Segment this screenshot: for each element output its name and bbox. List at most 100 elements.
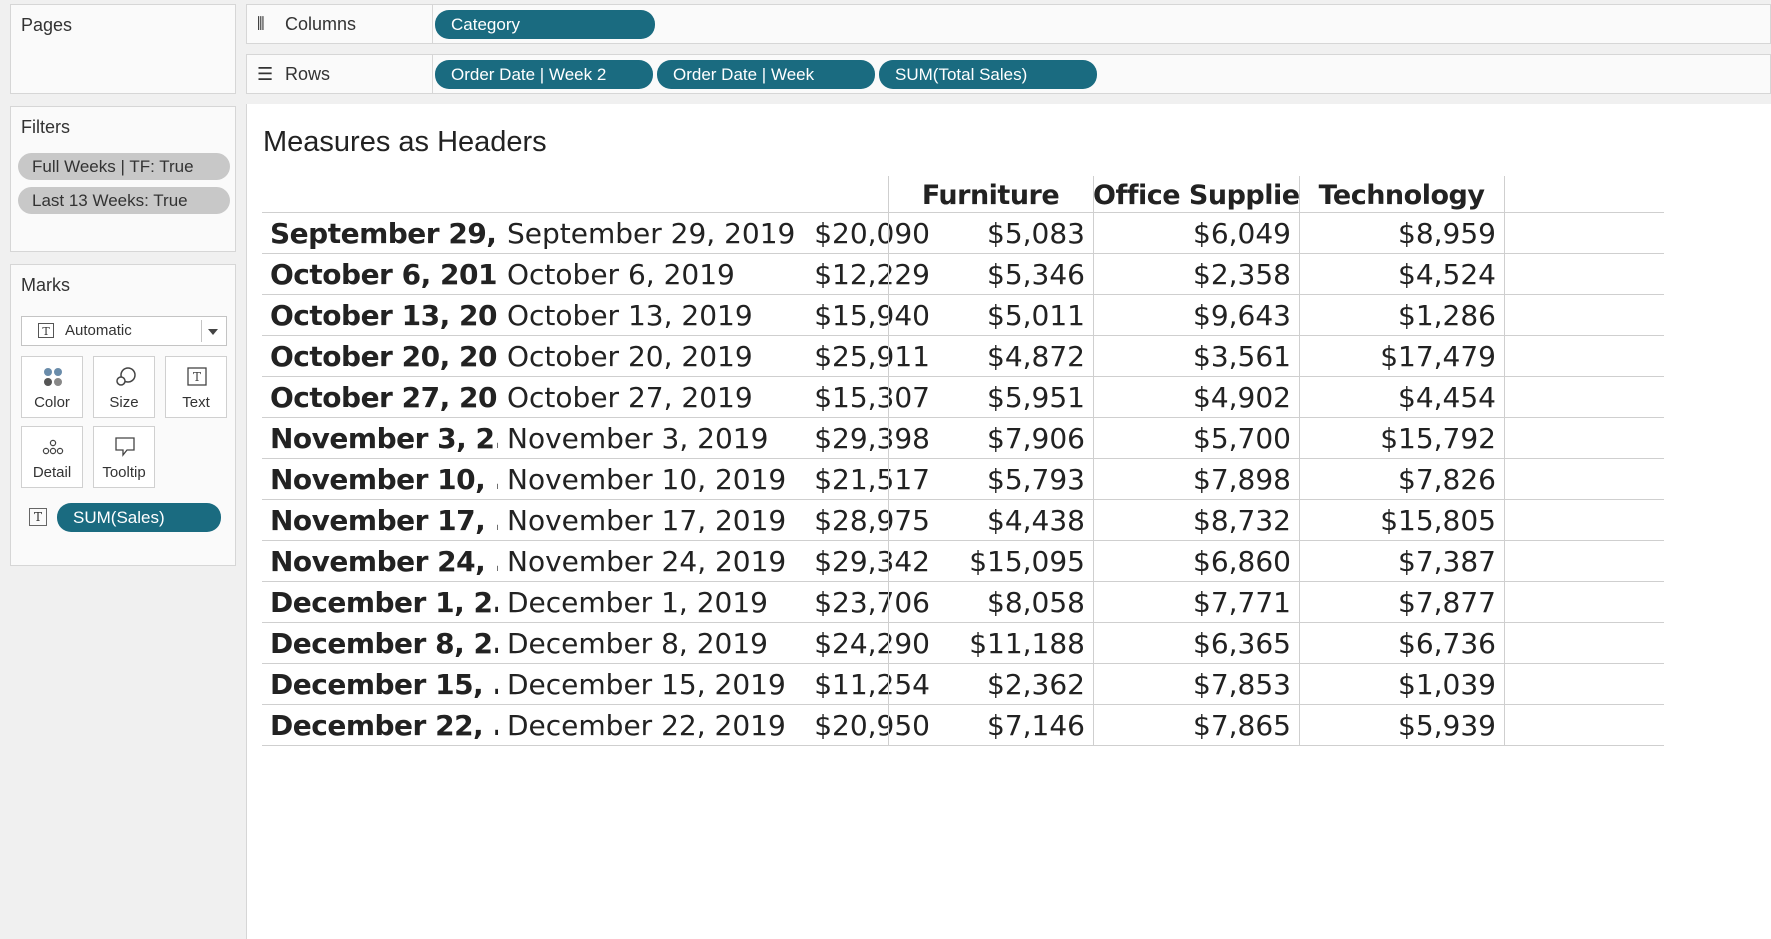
sales-cell[interactable]: $15,095 xyxy=(888,541,1085,581)
week2-header[interactable]: December 1, 2.. xyxy=(270,582,498,622)
rows-label: Rows xyxy=(285,64,331,84)
sales-cell[interactable]: $1,039 xyxy=(1299,664,1496,704)
table-row: September 29, ..September 29, 2019$20,09… xyxy=(262,212,1664,253)
text-button[interactable]: T Text xyxy=(165,356,227,418)
week2-header[interactable]: October 20, 20.. xyxy=(270,336,498,376)
week2-header[interactable]: September 29, .. xyxy=(270,213,498,253)
table-row: November 3, 2.. November 3, 2019 $29,398 $7… xyxy=(262,417,1664,458)
table-row: December 1, 2.. December 1, 2019 $23,706 $8… xyxy=(262,581,1664,622)
sales-cell[interactable]: $7,771 xyxy=(1093,582,1291,622)
week-header[interactable]: November 10, 2019 xyxy=(507,459,797,499)
order-date-week-pill[interactable]: Order Date | Week xyxy=(657,60,875,89)
sales-cell[interactable]: $8,959 xyxy=(1299,213,1496,253)
week2-header[interactable]: December 15, .. xyxy=(270,664,498,704)
sales-cell[interactable]: $7,877 xyxy=(1299,582,1496,622)
week-header[interactable]: December 15, 2019 xyxy=(507,664,797,704)
week2-header[interactable]: October 27, 20.. xyxy=(270,377,498,417)
sales-cell[interactable]: $5,951 xyxy=(888,377,1085,417)
text-box-icon: T xyxy=(187,367,207,386)
sales-cell[interactable]: $6,736 xyxy=(1299,623,1496,663)
pages-card[interactable]: Pages xyxy=(10,4,236,94)
week-header[interactable]: November 3, 2019 xyxy=(507,418,797,458)
sales-cell[interactable]: $4,872 xyxy=(888,336,1085,376)
week2-header[interactable]: November 24, .. xyxy=(270,541,498,581)
sales-cell[interactable]: $7,865 xyxy=(1093,705,1291,745)
order-date-week2-pill[interactable]: Order Date | Week 2 xyxy=(435,60,653,89)
sales-cell[interactable]: $7,853 xyxy=(1093,664,1291,704)
sales-cell[interactable]: $5,793 xyxy=(888,459,1085,499)
week2-header[interactable]: October 6, 2019 xyxy=(270,254,498,294)
size-button[interactable]: Size xyxy=(93,356,155,418)
sales-cell[interactable]: $7,146 xyxy=(888,705,1085,745)
sales-cell[interactable]: $2,358 xyxy=(1093,254,1291,294)
color-button[interactable]: Color xyxy=(21,356,83,418)
sales-cell[interactable]: $4,524 xyxy=(1299,254,1496,294)
sales-cell[interactable]: $5,011 xyxy=(888,295,1085,335)
sales-cell[interactable]: $7,898 xyxy=(1093,459,1291,499)
sales-cell[interactable]: $15,805 xyxy=(1299,500,1496,540)
column-header[interactable]: Technology xyxy=(1299,176,1504,216)
marks-title: Marks xyxy=(21,275,70,295)
sum-total-sales-pill[interactable]: SUM(Total Sales) xyxy=(879,60,1097,89)
week-header[interactable]: December 22, 2019 xyxy=(507,705,797,745)
sales-cell[interactable]: $4,902 xyxy=(1093,377,1291,417)
dropdown-divider xyxy=(201,320,202,342)
table-row: October 13, 20.. October 13, 2019 $15,940 $… xyxy=(262,294,1664,335)
sales-cell[interactable]: $4,454 xyxy=(1299,377,1496,417)
week2-header[interactable]: December 22, .. xyxy=(270,705,498,745)
week-header[interactable]: November 24, 2019 xyxy=(507,541,797,581)
week-header[interactable]: October 27, 2019 xyxy=(507,377,797,417)
sales-cell[interactable]: $5,939 xyxy=(1299,705,1496,745)
week2-header[interactable]: November 10, .. xyxy=(270,459,498,499)
sales-cell[interactable]: $15,792 xyxy=(1299,418,1496,458)
rows-shelf[interactable]: ☰ Rows Order Date | Week 2 Order Date | … xyxy=(246,54,1771,94)
column-header[interactable]: Office Supplies xyxy=(1093,176,1299,216)
detail-label: Detail xyxy=(32,464,72,481)
sum-sales-pill[interactable]: SUM(Sales) xyxy=(57,503,221,532)
detail-button[interactable]: Detail xyxy=(21,426,83,488)
week2-header[interactable]: December 8, 2.. xyxy=(270,623,498,663)
detail-dots-icon xyxy=(42,439,64,455)
sales-cell[interactable]: $5,346 xyxy=(888,254,1085,294)
mark-type-dropdown[interactable]: T Automatic xyxy=(21,316,227,346)
svg-text:T: T xyxy=(193,370,201,384)
tooltip-button[interactable]: Tooltip xyxy=(93,426,155,488)
sales-cell[interactable]: $9,643 xyxy=(1093,295,1291,335)
sales-cell[interactable]: $7,387 xyxy=(1299,541,1496,581)
week2-header[interactable]: November 17, .. xyxy=(270,500,498,540)
pages-title: Pages xyxy=(21,15,73,35)
sales-cell[interactable]: $7,906 xyxy=(888,418,1085,458)
sales-cell[interactable]: $6,860 xyxy=(1093,541,1291,581)
sales-cell[interactable]: $3,561 xyxy=(1093,336,1291,376)
category-pill[interactable]: Category xyxy=(435,10,655,39)
sales-cell[interactable]: $8,732 xyxy=(1093,500,1291,540)
view-area[interactable]: Measures as Headers Furniture Office Supp… xyxy=(246,104,1771,939)
filter-pill-full-weeks[interactable]: Full Weeks | TF: True xyxy=(18,153,230,180)
week2-header[interactable]: November 3, 2.. xyxy=(270,418,498,458)
sales-cell[interactable]: $8,058 xyxy=(888,582,1085,622)
filter-pill-last-13-weeks[interactable]: Last 13 Weeks: True xyxy=(18,187,230,214)
sales-cell[interactable]: $1,286 xyxy=(1299,295,1496,335)
week-header[interactable]: October 13, 2019 xyxy=(507,295,797,335)
sales-cell[interactable]: $7,826 xyxy=(1299,459,1496,499)
week-header[interactable]: September 29, 2019 xyxy=(507,213,797,253)
sales-cell[interactable]: $5,083 xyxy=(888,213,1085,253)
filters-title: Filters xyxy=(21,117,70,137)
week-header[interactable]: October 20, 2019 xyxy=(507,336,797,376)
columns-shelf[interactable]: ⫴ Columns Category xyxy=(246,4,1771,44)
sales-cell[interactable]: $4,438 xyxy=(888,500,1085,540)
column-header[interactable]: Furniture xyxy=(888,176,1093,216)
week2-header[interactable]: October 13, 20.. xyxy=(270,295,498,335)
sales-cell[interactable]: $5,700 xyxy=(1093,418,1291,458)
sales-cell[interactable]: $6,049 xyxy=(1093,213,1291,253)
week-header[interactable]: October 6, 2019 xyxy=(507,254,797,294)
sales-cell[interactable]: $6,365 xyxy=(1093,623,1291,663)
chevron-down-icon xyxy=(208,329,218,335)
sales-cell[interactable]: $17,479 xyxy=(1299,336,1496,376)
column-divider xyxy=(1093,176,1094,745)
week-header[interactable]: November 17, 2019 xyxy=(507,500,797,540)
week-header[interactable]: December 1, 2019 xyxy=(507,582,797,622)
week-header[interactable]: December 8, 2019 xyxy=(507,623,797,663)
sales-cell[interactable]: $2,362 xyxy=(888,664,1085,704)
sales-cell[interactable]: $11,188 xyxy=(888,623,1085,663)
